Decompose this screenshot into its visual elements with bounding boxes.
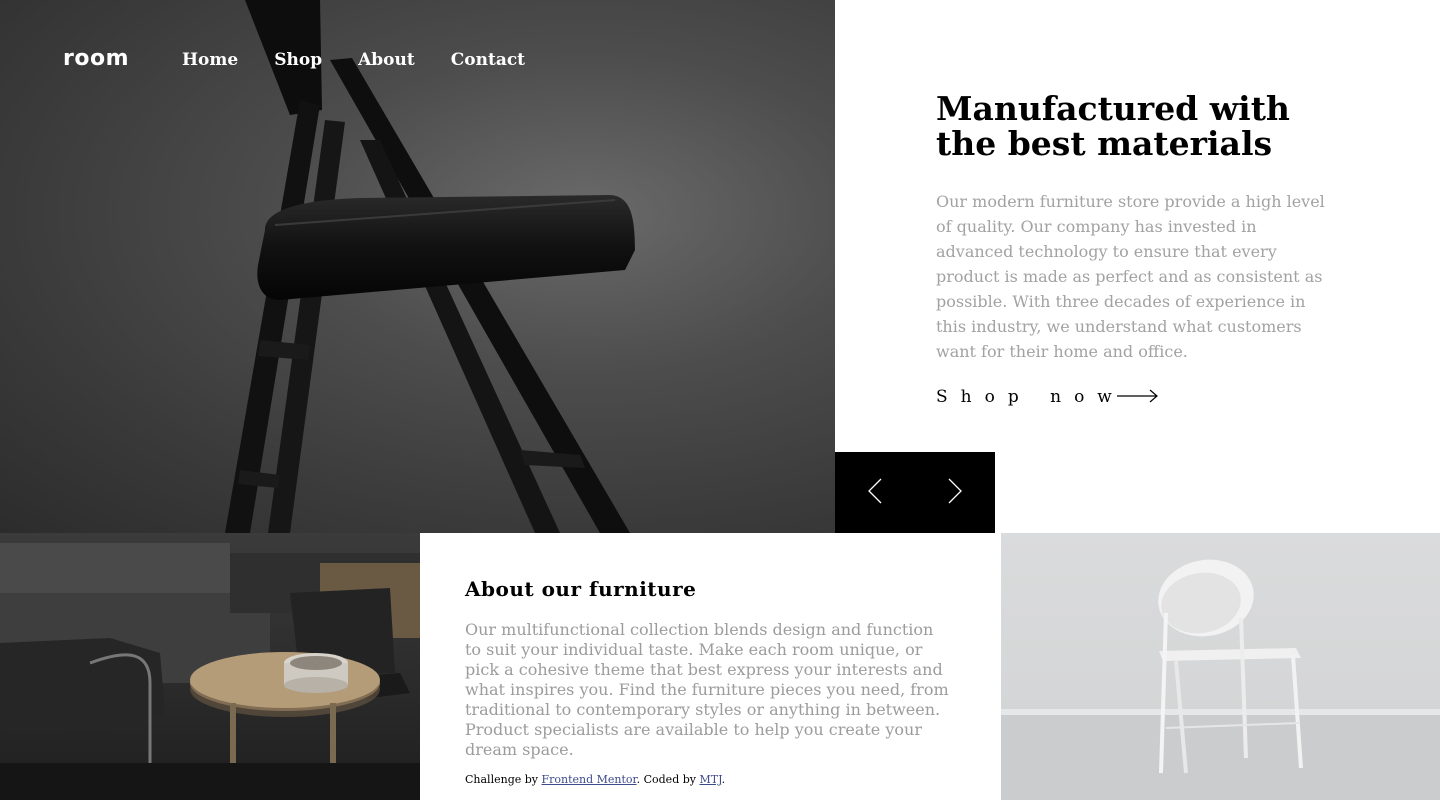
attribution: Challenge by Frontend Mentor. Coded by M…	[465, 773, 955, 786]
slider-controls	[835, 452, 995, 533]
about-title: About our furniture	[465, 577, 697, 601]
hero-image	[0, 0, 835, 533]
attribution-middle: . Coded by	[636, 773, 700, 786]
frontend-mentor-link[interactable]: Frontend Mentor	[542, 773, 637, 786]
attribution-prefix: Challenge by	[465, 773, 542, 786]
nav-item-shop[interactable]: Shop	[274, 50, 322, 70]
white-chair-illustration	[1001, 559, 1440, 800]
about-description: Our multifunctional collection blends de…	[465, 620, 949, 759]
nav-item-contact[interactable]: Contact	[451, 50, 525, 70]
brand-logo[interactable]: room	[63, 46, 129, 71]
folding-chair-illustration	[225, 0, 635, 533]
hero-text-panel: Manufactured with the best materials Our…	[936, 91, 1336, 364]
about-light-image	[1001, 533, 1440, 800]
shop-now-link[interactable]: Shop now	[936, 387, 1159, 407]
slider-next-button[interactable]	[915, 452, 995, 533]
nav-item-home[interactable]: Home	[182, 50, 238, 70]
hero-title: Manufactured with the best materials	[936, 89, 1290, 163]
living-room-illustration	[0, 543, 420, 800]
author-link[interactable]: MTJ	[699, 773, 721, 786]
chevron-left-icon	[868, 478, 882, 508]
slider-prev-button[interactable]	[835, 452, 915, 533]
main-nav: Home Shop About Contact	[182, 50, 525, 70]
about-section: About our furniture Our multifunctional …	[465, 577, 955, 786]
shop-now-label: Shop now	[936, 387, 1125, 407]
nav-item-about[interactable]: About	[358, 50, 415, 70]
about-dark-image	[0, 533, 420, 800]
arrow-right-icon	[1116, 388, 1159, 407]
chevron-right-icon	[948, 478, 962, 508]
attribution-suffix: .	[721, 773, 726, 786]
hero-description: Our modern furniture store provide a hig…	[936, 192, 1325, 361]
